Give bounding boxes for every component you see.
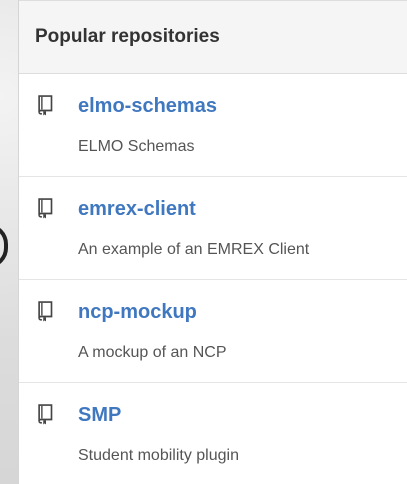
panel-title: Popular repositories <box>35 26 220 47</box>
repo-icon <box>38 95 53 116</box>
repo-name-link[interactable]: ncp-mockup <box>78 300 197 324</box>
repo-name-link[interactable]: emrex-client <box>78 197 196 221</box>
repo-icon <box>38 301 53 322</box>
repo-icon <box>38 198 53 219</box>
repo-description: Student mobility plugin <box>78 447 239 464</box>
repo-list-item[interactable]: emrex-client An example of an EMREX Clie… <box>19 177 407 280</box>
panel-header: Popular repositories <box>19 0 407 74</box>
repo-description: ELMO Schemas <box>78 138 195 155</box>
repo-list-item[interactable]: elmo-schemas ELMO Schemas <box>19 74 407 177</box>
repo-icon <box>38 404 53 425</box>
repo-list-item[interactable]: ncp-mockup A mockup of an NCP <box>19 280 407 383</box>
popular-repositories-panel: Popular repositories elmo-schemas ELMO S… <box>18 0 407 484</box>
repo-description: A mockup of an NCP <box>78 344 227 361</box>
repo-name-link[interactable]: SMP <box>78 403 121 427</box>
repo-name-link[interactable]: elmo-schemas <box>78 94 217 118</box>
repo-list-item[interactable]: SMP Student mobility plugin <box>19 383 407 484</box>
repo-description: An example of an EMREX Client <box>78 241 310 258</box>
